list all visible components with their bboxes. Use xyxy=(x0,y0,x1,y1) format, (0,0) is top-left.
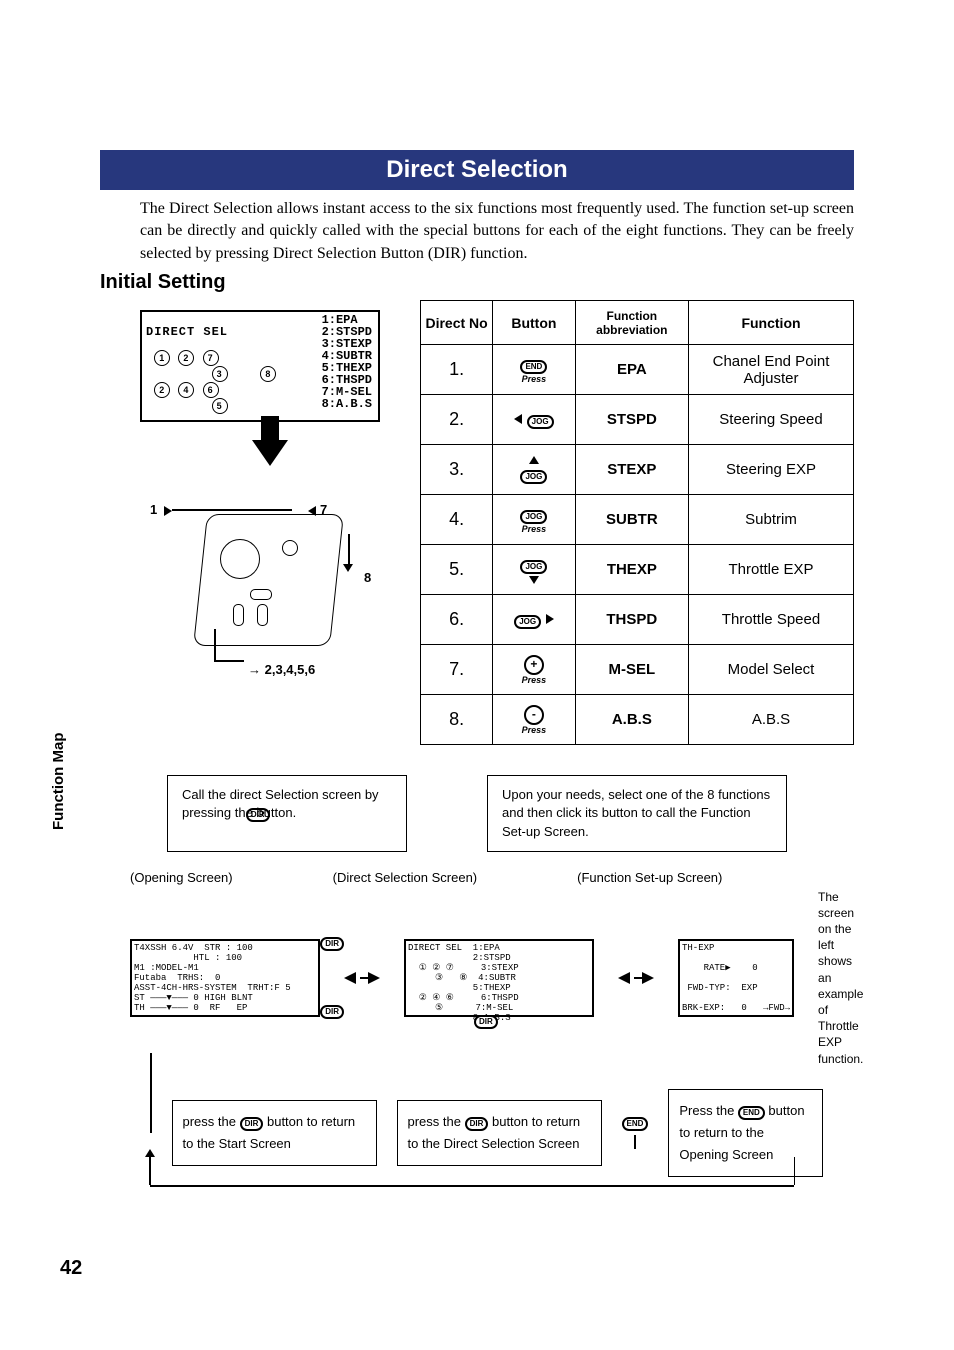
intro-paragraph: The Direct Selection allows instant acce… xyxy=(140,198,854,265)
end-icon: END xyxy=(622,1117,649,1131)
section-title: Direct Selection xyxy=(100,150,854,190)
dir-icon: DIR xyxy=(320,1005,344,1019)
table-row: 5.JOGTHEXPThrottle EXP xyxy=(421,545,854,595)
mini-screens-row: T4XSSH 6.4V STR : 100 HTL : 100 M1 :MODE… xyxy=(130,889,854,1067)
bottom-box-return-opening: Press the END button to return to the Op… xyxy=(668,1089,823,1177)
subheading: Initial Setting xyxy=(100,271,874,294)
flow-box-2: Upon your needs, select one of the 8 fun… xyxy=(487,775,787,852)
th-button: Button xyxy=(493,301,575,345)
controller-diagram: 1 7 8 → 2,3,4,5,6 xyxy=(140,484,380,684)
th-function: Function xyxy=(689,301,854,345)
page-number: 42 xyxy=(60,1257,82,1280)
th-abbr: Function abbreviation xyxy=(575,301,688,345)
lcd-function-list: 1:EPA 2:STSPD 3:STEXP 4:SUBTR 5:THEXP 6:… xyxy=(322,314,372,410)
bottom-box-return-dir: press the DIR button to return to the Di… xyxy=(397,1100,602,1166)
table-row: 4.JOGPressSUBTRSubtrim xyxy=(421,495,854,545)
manual-page: Direct Selection The Direct Selection al… xyxy=(0,0,954,1350)
table-row: 3.JOGSTEXPSteering EXP xyxy=(421,445,854,495)
end-icon: END xyxy=(738,1106,765,1120)
dir-icon: DIR xyxy=(240,1117,264,1131)
flow-box-1: Call the direct Selection screen by pres… xyxy=(167,775,407,852)
screen-labels-row: (Opening Screen) (Direct Selection Scree… xyxy=(130,870,854,885)
diagram-label-group: 2,3,4,5,6 xyxy=(265,662,316,677)
dir-icon: DIR xyxy=(320,937,344,951)
table-row: 2. JOGSTSPDSteering Speed xyxy=(421,395,854,445)
down-arrow-icon xyxy=(252,440,288,466)
lcd-title-and-buttons: DIRECT SEL 1 2 7 3 8 2 4 6 5 xyxy=(146,314,276,426)
dir-icon: DIR xyxy=(246,808,270,822)
bottom-flow-boxes: press the DIR button to return to the St… xyxy=(150,1089,854,1177)
side-label-function-map: Function Map xyxy=(50,733,67,831)
flow-step-boxes: Call the direct Selection screen by pres… xyxy=(80,775,874,852)
diagram-label-1: 1 xyxy=(150,502,157,517)
diagram-label-8: 8 xyxy=(364,570,371,585)
functions-table: Direct No Button Function abbreviation F… xyxy=(420,300,854,745)
mini-direct-selection-screen: DIRECT SEL 1:EPA 2:STSPD ① ② ⑦ 3:STEXP ③… xyxy=(404,939,594,1017)
dir-icon: DIR xyxy=(465,1117,489,1131)
connector-line xyxy=(150,1185,794,1187)
bottom-box-return-start: press the DIR button to return to the St… xyxy=(172,1100,377,1166)
label-function-setup-screen: (Function Set-up Screen) xyxy=(577,870,722,885)
mini-opening-screen: T4XSSH 6.4V STR : 100 HTL : 100 M1 :MODE… xyxy=(130,939,320,1017)
dir-icon: DIR xyxy=(474,1015,498,1029)
lcd-direct-sel-screen: DIRECT SEL 1 2 7 3 8 2 4 6 5 1:EPA 2:STS… xyxy=(140,310,380,422)
example-note: The screen on the left shows an example … xyxy=(818,889,863,1067)
table-row: 8.-PressA.B.SA.B.S xyxy=(421,695,854,745)
label-opening-screen: (Opening Screen) xyxy=(130,870,233,885)
mini-function-setup-screen: TH-EXP RATE▶ 0 FWD-TYP: EXP BRK-EXP: 0 →… xyxy=(678,939,794,1017)
table-row: 1.ENDPressEPAChanel End Point Adjuster xyxy=(421,345,854,395)
label-direct-selection-screen: (Direct Selection Screen) xyxy=(333,870,478,885)
th-direct-no: Direct No xyxy=(421,301,493,345)
table-row: 7.+PressM-SELModel Select xyxy=(421,645,854,695)
table-row: 6.JOG THSPDThrottle Speed xyxy=(421,595,854,645)
